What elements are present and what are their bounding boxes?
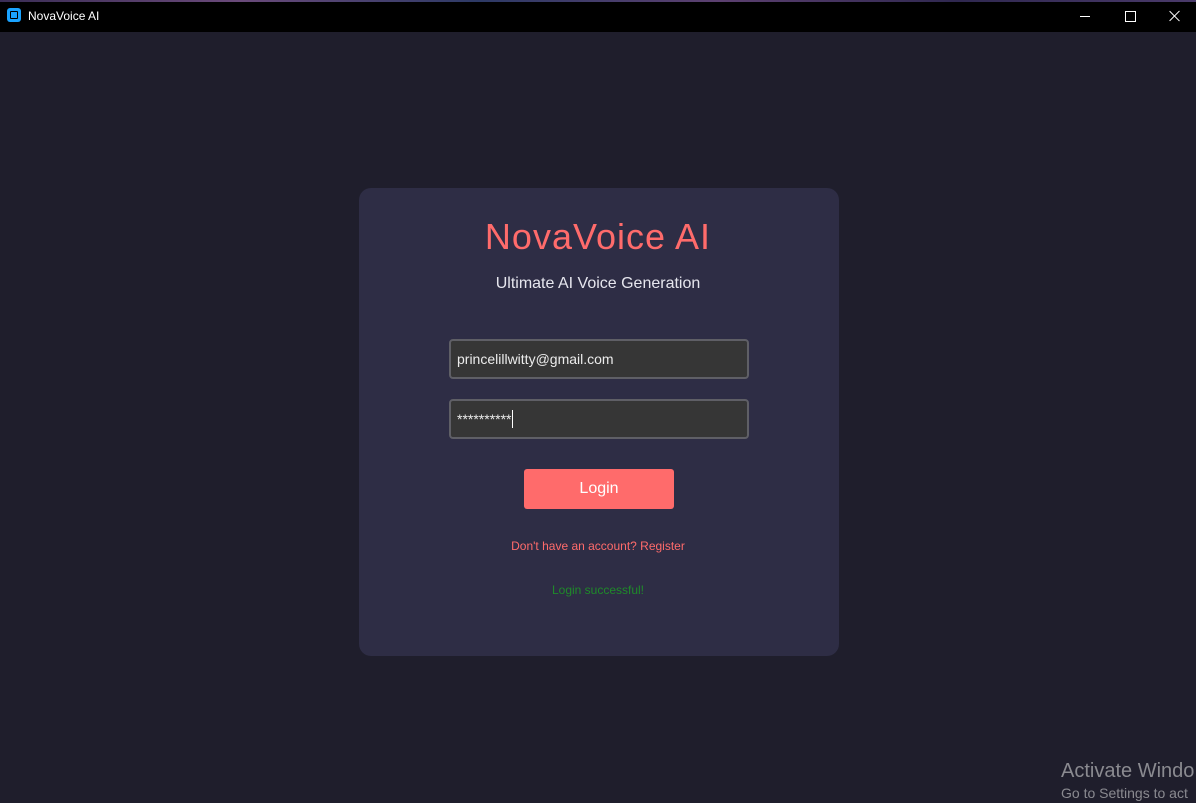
app-icon: [7, 8, 21, 22]
app-subtitle: Ultimate AI Voice Generation: [495, 275, 701, 292]
status-message: Login successful!: [551, 583, 645, 597]
activate-windows-subtitle: Go to Settings to act: [1061, 785, 1188, 801]
register-link[interactable]: Don't have an account? Register: [0, 539, 1196, 553]
window-title: NovaVoice AI: [28, 9, 100, 23]
close-button[interactable]: [1152, 0, 1196, 32]
title-bar-accent-strip: [0, 0, 1196, 2]
email-field[interactable]: [449, 339, 749, 379]
text-caret: [512, 410, 514, 428]
close-icon: [1169, 10, 1181, 22]
maximize-icon: [1124, 10, 1136, 22]
title-bar: NovaVoice AI: [0, 0, 1196, 32]
login-button[interactable]: Login: [524, 469, 674, 509]
app-heading: NovaVoice AI: [484, 216, 712, 257]
password-masked-value: **********: [457, 411, 512, 427]
activate-windows-title: Activate Windo: [1061, 760, 1195, 782]
minimize-button[interactable]: [1062, 0, 1108, 32]
maximize-button[interactable]: [1107, 0, 1153, 32]
minimize-icon: [1080, 15, 1090, 17]
password-field[interactable]: **********: [449, 399, 749, 439]
